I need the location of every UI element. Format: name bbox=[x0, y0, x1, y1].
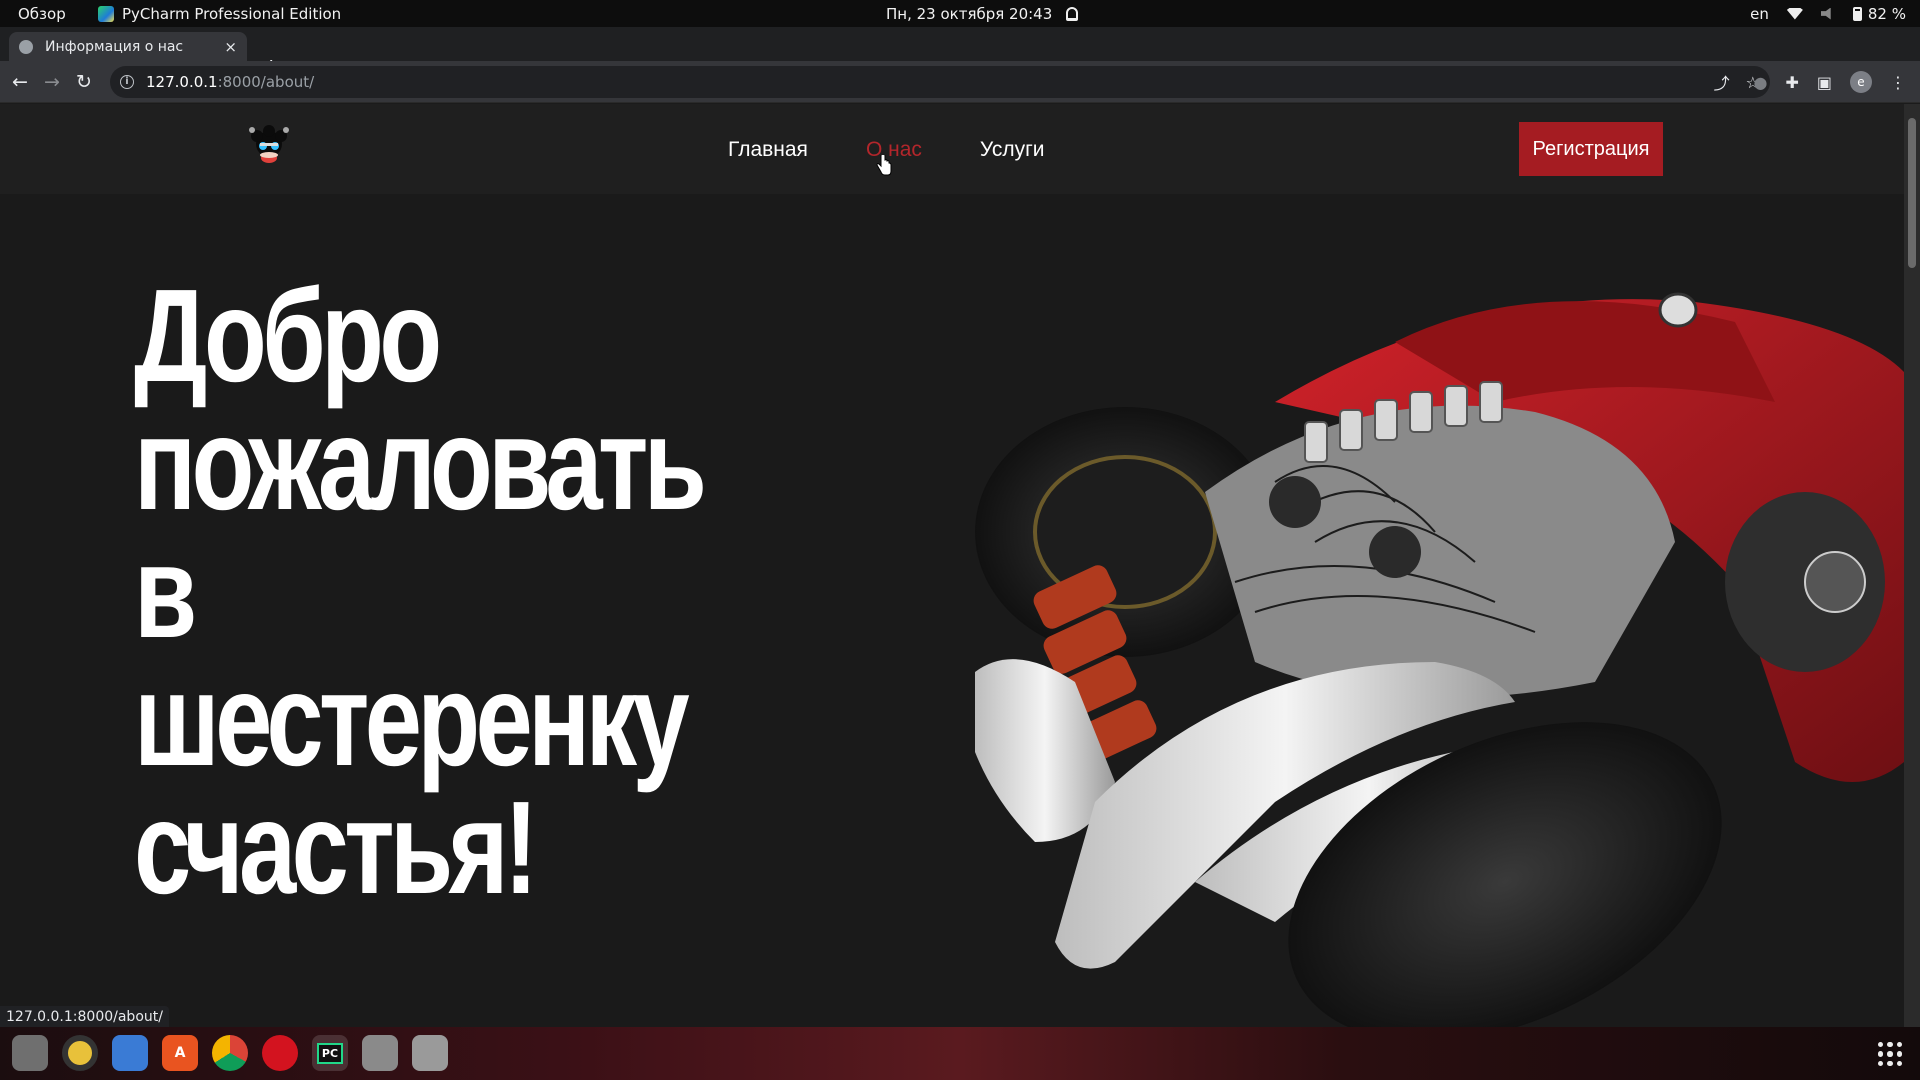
keyboard-layout[interactable]: en bbox=[1750, 5, 1769, 23]
battery-indicator: 82 % bbox=[1852, 4, 1906, 23]
hero-title: Добро пожаловать в шестеренку счастья! bbox=[134, 262, 707, 921]
battery-icon bbox=[1852, 6, 1862, 21]
page-viewport: Главная О нас Услуги Регистрация Добро п… bbox=[0, 104, 1904, 1027]
pycharm-icon[interactable]: PC bbox=[312, 1035, 348, 1071]
nav-link-home[interactable]: Главная bbox=[728, 138, 808, 162]
volume-icon bbox=[1820, 7, 1831, 20]
active-app-menu[interactable]: PyCharm Professional Edition bbox=[98, 0, 341, 27]
dock: A PC bbox=[0, 1027, 1920, 1080]
tab-strip: Информация о нас × + ⌄ – ❐ ✕ bbox=[0, 27, 1920, 80]
browser-toolbar: ← → ↻ i 127.0.0.1:8000/about/ ⤴ ☆ ● ✚ ▣ … bbox=[0, 61, 1920, 103]
system-top-bar: Обзор PyCharm Professional Edition Пн, 2… bbox=[0, 0, 1920, 27]
side-panel-icon[interactable]: ▣ bbox=[1817, 73, 1832, 92]
nav-link-about[interactable]: О нас bbox=[866, 138, 922, 162]
wifi-icon bbox=[1786, 7, 1803, 20]
extension-area: ● ✚ ▣ e ⋮ bbox=[1754, 71, 1906, 93]
file-manager-icon[interactable] bbox=[362, 1035, 398, 1071]
extension-icon[interactable]: ● bbox=[1754, 73, 1768, 92]
site-logo[interactable] bbox=[240, 124, 298, 168]
address-bar[interactable]: i 127.0.0.1:8000/about/ ⤴ ☆ bbox=[110, 66, 1770, 98]
page-scrollbar[interactable] bbox=[1904, 104, 1920, 1027]
race-car-engine-image bbox=[975, 292, 1904, 1027]
register-button[interactable]: Регистрация bbox=[1519, 122, 1663, 176]
url-host: 127.0.0.1 bbox=[146, 73, 218, 91]
dock-apps: A PC bbox=[12, 1035, 448, 1071]
active-app-label: PyCharm Professional Edition bbox=[122, 4, 342, 23]
notification-bell-icon bbox=[1066, 6, 1079, 21]
site-header: Главная О нас Услуги Регистрация bbox=[0, 104, 1904, 194]
clock-text: Пн, 23 октября 20:43 bbox=[886, 4, 1053, 23]
menu-kebab-icon[interactable]: ⋮ bbox=[1890, 73, 1906, 92]
pycharm-label: PC bbox=[316, 1042, 344, 1064]
hand-cursor-icon bbox=[876, 155, 892, 176]
opera-icon[interactable] bbox=[262, 1035, 298, 1071]
scroll-thumb[interactable] bbox=[1908, 118, 1916, 268]
show-applications-icon[interactable] bbox=[1878, 1042, 1902, 1066]
profile-avatar[interactable]: e bbox=[1850, 71, 1872, 93]
rhythmbox-icon[interactable] bbox=[62, 1035, 98, 1071]
pycharm-icon bbox=[98, 5, 114, 22]
trash-icon[interactable] bbox=[412, 1035, 448, 1071]
globe-icon bbox=[19, 39, 33, 54]
back-arrow-icon[interactable]: ← bbox=[12, 72, 28, 92]
chrome-icon[interactable] bbox=[212, 1035, 248, 1071]
extensions-puzzle-icon[interactable]: ✚ bbox=[1785, 73, 1798, 92]
reload-icon[interactable]: ↻ bbox=[76, 72, 92, 92]
forward-arrow-icon[interactable]: → bbox=[44, 72, 60, 92]
activities-button[interactable]: Обзор bbox=[18, 0, 66, 27]
tab-title: Информация о нас bbox=[45, 38, 184, 55]
url-text[interactable]: 127.0.0.1:8000/about/ bbox=[146, 73, 1698, 91]
tab-about[interactable]: Информация о нас × bbox=[9, 32, 247, 61]
system-tray[interactable]: en 82 % bbox=[1750, 0, 1906, 27]
status-bubble: 127.0.0.1:8000/about/ bbox=[0, 1006, 169, 1028]
clock[interactable]: Пн, 23 октября 20:43 bbox=[886, 0, 1079, 27]
site-info-icon[interactable]: i bbox=[120, 75, 134, 89]
battery-percent: 82 % bbox=[1867, 4, 1906, 23]
close-tab-icon[interactable]: × bbox=[224, 38, 237, 56]
url-path: :8000/about/ bbox=[217, 73, 315, 91]
nav-link-services[interactable]: Услуги bbox=[980, 138, 1045, 162]
text-editor-icon[interactable] bbox=[112, 1035, 148, 1071]
files-icon[interactable] bbox=[12, 1035, 48, 1071]
software-icon[interactable]: A bbox=[162, 1035, 198, 1071]
share-icon[interactable]: ⤴ bbox=[1714, 70, 1730, 94]
